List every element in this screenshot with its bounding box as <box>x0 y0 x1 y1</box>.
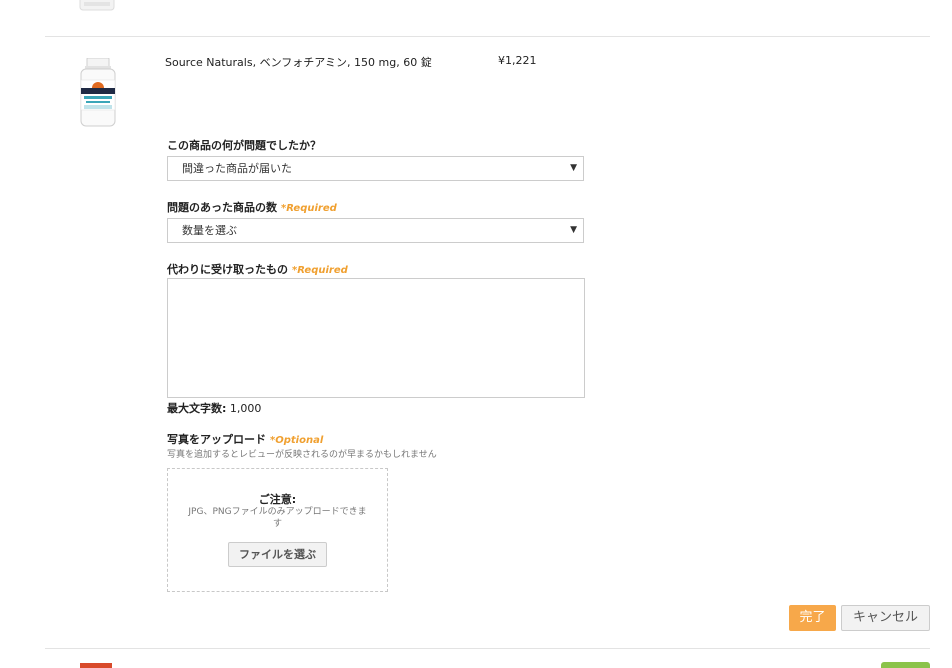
product-image[interactable] <box>78 57 118 128</box>
next-product-badge <box>881 662 930 668</box>
notice-title: ご注意: <box>258 493 297 506</box>
quantity-select-value: 数量を選ぶ <box>182 224 237 237</box>
product-price: ¥1,221 <box>498 54 537 67</box>
optional-marker: *Optional <box>270 435 324 446</box>
previous-product-image <box>76 0 118 16</box>
problem-label: この商品の何が問題でしたか？ <box>167 137 321 153</box>
done-button[interactable]: 完了 <box>789 605 836 631</box>
notice-text: JPG、PNGファイルのみアップロードできます <box>188 507 367 529</box>
choose-file-button[interactable]: ファイルを選ぶ <box>228 542 327 567</box>
caret-down-icon: ▼ <box>570 163 577 173</box>
divider <box>45 36 930 37</box>
required-marker: *Required <box>292 265 348 276</box>
quantity-label: 問題のあった商品の数 *Required <box>167 199 337 215</box>
upload-label-text: 写真をアップロード <box>167 433 266 446</box>
received-label-text: 代わりに受け取ったもの <box>167 263 288 276</box>
problem-select-value: 間違った商品が届いた <box>182 162 292 175</box>
upload-label: 写真をアップロード *Optional <box>167 431 323 447</box>
divider <box>45 648 930 649</box>
quantity-select[interactable]: 数量を選ぶ ▼ <box>167 218 584 243</box>
problem-select[interactable]: 間違った商品が届いた ▼ <box>167 156 584 181</box>
quantity-label-text: 問題のあった商品の数 <box>167 201 277 214</box>
product-name[interactable]: Source Naturals, ベンフォチアミン, 150 mg, 60 錠 <box>165 54 432 70</box>
received-textarea[interactable] <box>167 278 585 398</box>
received-label: 代わりに受け取ったもの *Required <box>167 261 348 277</box>
max-chars-value: 1,000 <box>229 402 262 415</box>
problem-label-text: この商品の何が問題でしたか？ <box>167 139 321 152</box>
next-product-image <box>80 663 112 668</box>
upload-hint: 写真を追加するとレビューが反映されるのが早まるかもしれません <box>167 450 437 460</box>
max-chars-info: 最大文字数: 1,000 <box>167 400 261 416</box>
upload-dropzone[interactable]: ご注意: JPG、PNGファイルのみアップロードできます ファイルを選ぶ <box>167 468 388 592</box>
caret-down-icon: ▼ <box>570 225 577 235</box>
required-marker: *Required <box>281 203 337 214</box>
cancel-button[interactable]: キャンセル <box>841 605 930 631</box>
max-chars-label: 最大文字数: <box>167 402 227 415</box>
